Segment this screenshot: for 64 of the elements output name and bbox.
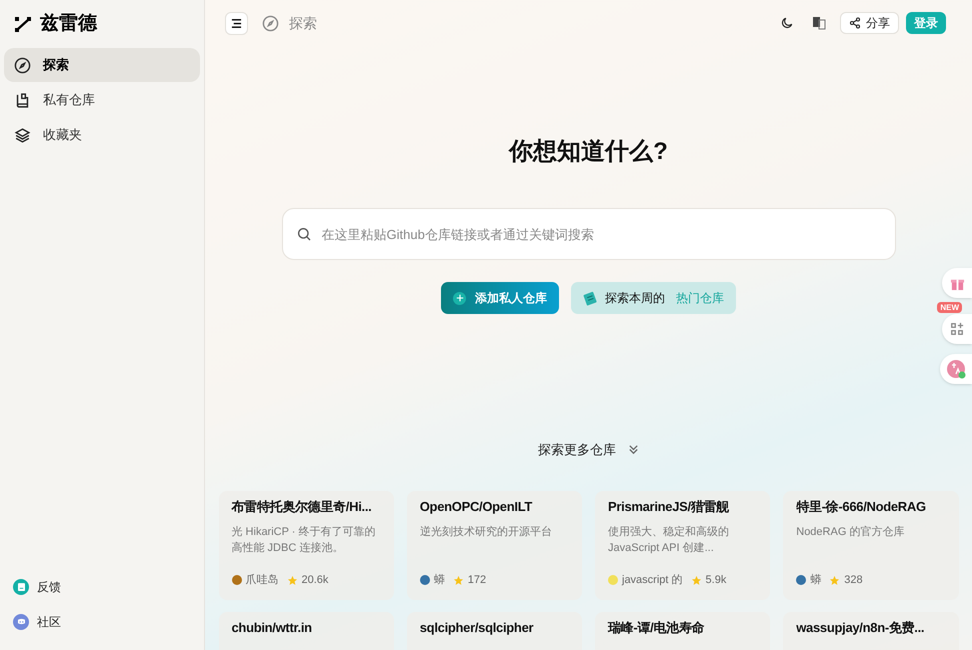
star-count: 328 [844,573,863,588]
logo-icon [14,15,32,33]
compass-icon [262,14,279,32]
layers-icon [14,126,31,144]
star-icon [452,574,464,586]
star-icon [690,574,702,586]
sidebar-item[interactable]: 收藏夹 [4,118,200,152]
repo-title: 特里-徐-666/NodeRAG [796,498,927,516]
menu-button[interactable] [225,12,248,34]
footer-link[interactable]: 社区 [13,609,191,634]
language-label: 蟒 [810,572,822,588]
add-repo-button[interactable]: 添加私人仓库 [441,282,559,314]
plus-icon [453,292,466,304]
sidebar-item[interactable]: 私有仓库 [4,83,200,117]
repo-description: 使用强大、稳定和高级的 JavaScript API 创建... [608,524,730,556]
language-label: 蟒 [434,572,445,588]
share-button[interactable]: 分享 [840,12,899,34]
language-label: 爪哇岛 [246,573,278,588]
repo-card[interactable]: OpenOPC/OpenILT 逆光刻技术研究的开源平台 蟒 172 [406,490,582,600]
brand-name: 兹雷德 [40,12,97,36]
chat-icon [13,614,29,630]
repo-title: chubin/wttr.in [232,618,313,636]
repo-card[interactable]: sqlcipher/sqlcipher [406,612,582,650]
repo-card[interactable]: chubin/wttr.in [218,612,394,650]
share-icon [849,17,861,29]
repo-title: 布雷特托奥尔德里奇/Hi... [232,498,372,516]
new-badge: NEW [937,302,962,313]
star-icon [286,574,298,586]
sidebar-item[interactable]: 探索 [4,48,200,82]
language-label: javascript 的 [622,573,683,588]
page-heading: 你想知道什么? [509,137,668,167]
notebook-icon [583,290,598,306]
star-count: 5.9k [706,573,726,588]
repo-title: wassupjay/n8n-免费... [796,618,926,637]
theme-toggle-icon[interactable] [780,16,794,30]
star-count: 20.6k [302,573,328,588]
chevron-down-icon [628,444,639,456]
breadcrumb-text: 探索 [289,14,317,32]
gift-button[interactable] [942,268,972,298]
repo-title: OpenOPC/OpenILT [420,498,534,516]
repo-description: NodeRAG 的官方仓库 [796,524,906,540]
search-field[interactable]: 在这里粘贴Github仓库链接或者通过关键词搜索 [282,208,896,260]
explore-trending-button[interactable]: 探索本周的 热门仓库 [571,282,736,314]
search-icon [296,226,312,242]
repo-description: 光 HikariCP · 终于有了可靠的高性能 JDBC 连接池。 [232,525,377,556]
repo-card[interactable]: 布雷特托奥尔德里奇/Hi... 光 HikariCP · 终于有了可靠的高性能 JDBC 连接池。 爪哇岛 20.6k [218,490,394,600]
menu-icon [231,18,242,28]
star-count: 172 [468,573,486,588]
repo-card[interactable]: 瑞峰-谭/电池寿命 [595,612,770,650]
repo-card[interactable]: wassupjay/n8n-免费... [783,612,958,650]
repo-card[interactable]: 特里-徐-666/NodeRAG NodeRAG 的官方仓库 蟒 328 [783,490,958,600]
repo-card[interactable]: PrismarineJS/猎雷舰 使用强大、稳定和高级的 JavaScript API 创建... javascript 的 5.9k [595,490,770,600]
repo-description: 逆光刻技术研究的开源平台 [420,524,553,540]
apps-button[interactable] [942,314,972,344]
compass-icon [14,56,31,74]
apps-icon [950,322,964,336]
explore-more-button[interactable]: 探索更多仓库 [538,440,639,460]
feedback-icon [13,578,29,594]
star-icon [829,574,840,586]
repo-title: PrismarineJS/猎雷舰 [608,498,730,516]
repo-title: 瑞峰-谭/电池寿命 [608,618,706,636]
book-icon [14,92,31,108]
footer-link[interactable]: 反馈 [13,574,191,599]
repo-title: sqlcipher/sqlcipher [420,618,534,637]
